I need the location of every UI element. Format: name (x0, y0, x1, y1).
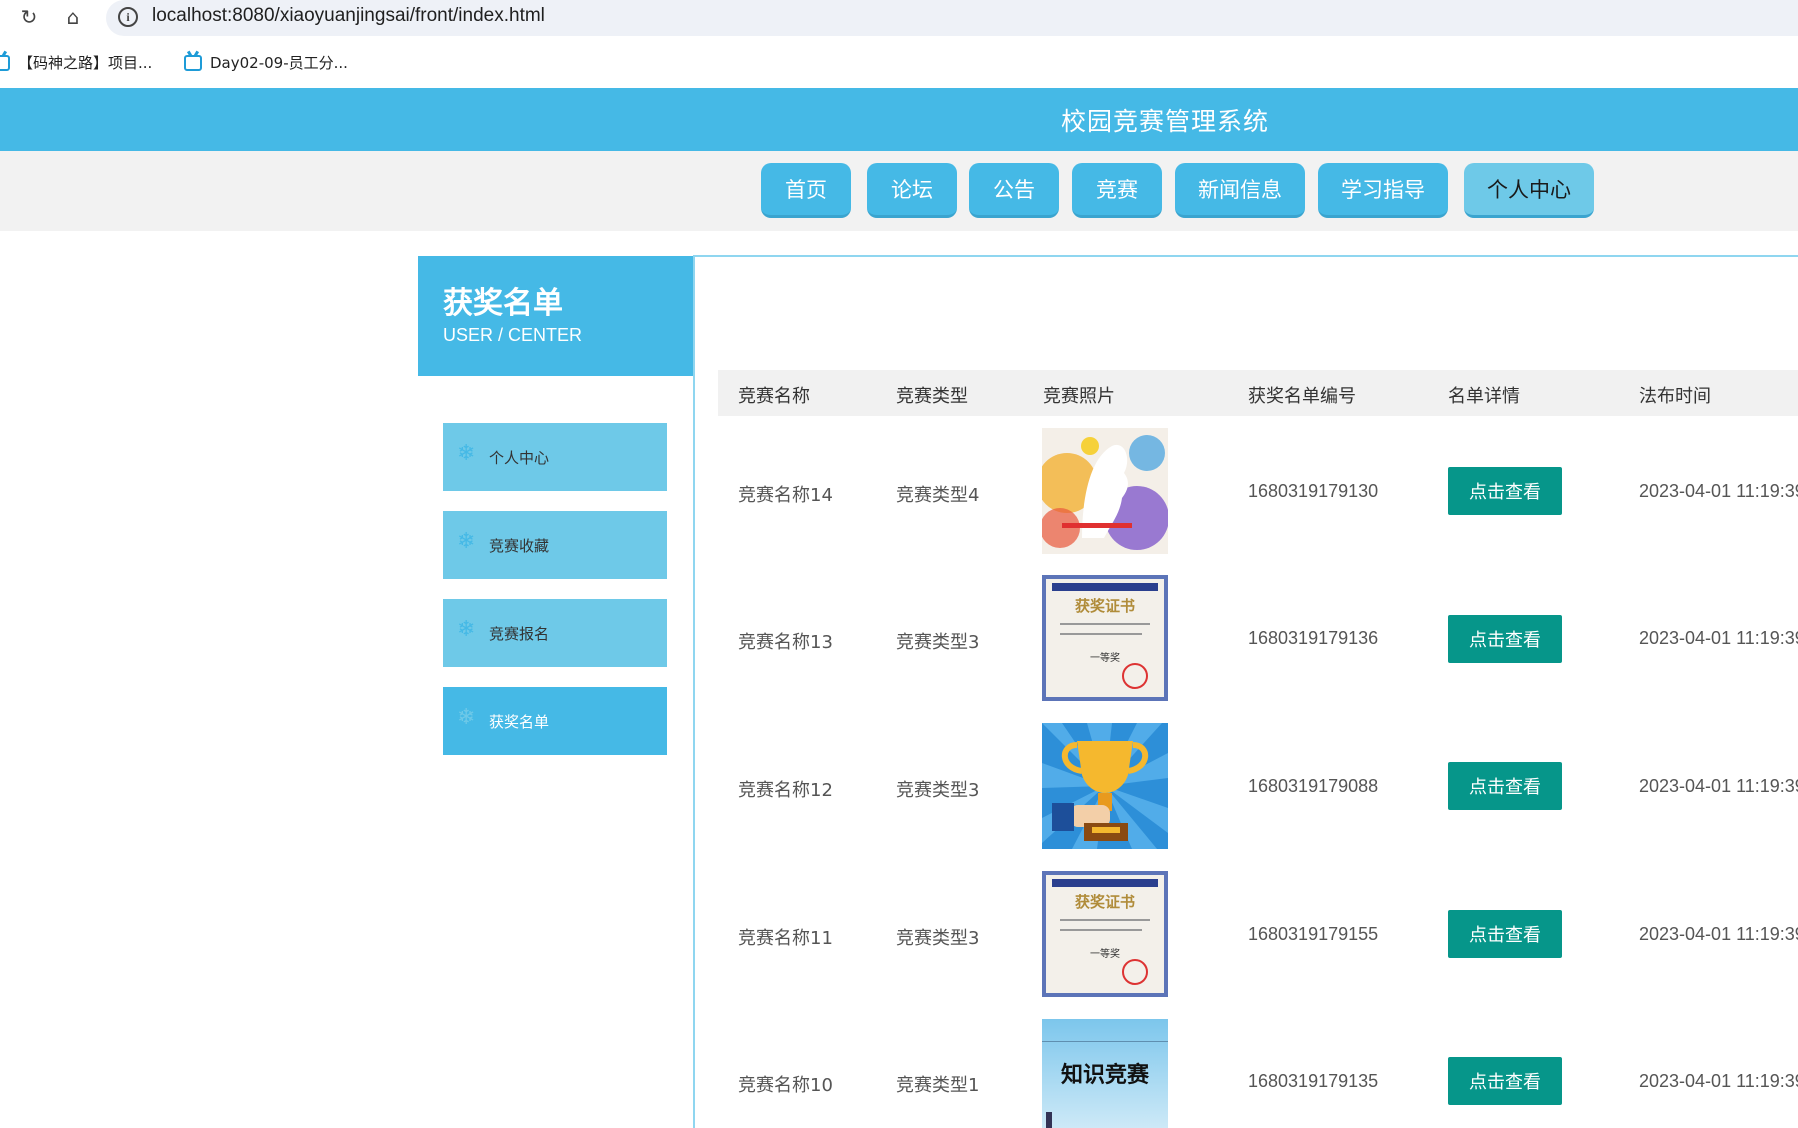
certificate-grade: 一等奖 (1090, 653, 1120, 664)
view-details-button[interactable]: 点击查看 (1448, 762, 1562, 810)
view-details-button[interactable]: 点击查看 (1448, 467, 1562, 515)
sidebar-item-registration[interactable]: ❄ 竞赛报名 (443, 599, 667, 667)
nav-study-guide[interactable]: 学习指导 (1318, 163, 1448, 218)
nav-forum[interactable]: 论坛 (867, 163, 957, 218)
competition-photo: 获奖证书 一等奖 (1042, 871, 1168, 997)
sidebar-item-award-list[interactable]: ❄ 获奖名单 (443, 687, 667, 755)
table-header: 竞赛名称 竞赛类型 竞赛照片 获奖名单编号 名单详情 法布时间 (718, 370, 1798, 416)
nav-notice[interactable]: 公告 (969, 163, 1059, 218)
cell-code: 1680319179155 (1248, 924, 1379, 944)
table-row: 竞赛名称12 竞赛类型3 1680319179088 点击查看 2023-04-… (718, 713, 1798, 861)
cell-time: 2023-04-01 11:19:39 (1639, 628, 1798, 648)
sidebar-item-label: 个人中心 (489, 449, 550, 467)
home-icon[interactable]: ⌂ (60, 4, 86, 30)
competition-photo (1042, 723, 1168, 849)
nav-news[interactable]: 新闻信息 (1175, 163, 1305, 218)
certificate-grade: 一等奖 (1090, 949, 1120, 960)
nav-home[interactable]: 首页 (761, 163, 851, 218)
certificate-title: 获奖证书 (1074, 893, 1135, 911)
view-details-button[interactable]: 点击查看 (1448, 615, 1562, 663)
cell-name: 竞赛名称14 (738, 485, 833, 506)
cell-name: 竞赛名称13 (738, 632, 833, 653)
sidebar-item-label: 获奖名单 (489, 713, 550, 731)
view-details-button[interactable]: 点击查看 (1448, 1057, 1562, 1105)
reload-icon[interactable]: ↻ (16, 4, 42, 30)
table-row: 竞赛名称10 竞赛类型1 知识竞赛 1680319179135 点击查看 202… (718, 1009, 1798, 1128)
sidebar-item-label: 竞赛收藏 (489, 537, 550, 555)
cell-type: 竞赛类型1 (896, 1075, 980, 1096)
nav-user-center[interactable]: 个人中心 (1464, 163, 1594, 218)
cell-code: 1680319179136 (1248, 628, 1379, 648)
bookmark-label: Day02-09-员工分... (210, 54, 348, 72)
address-bar[interactable]: i localhost:8080/xiaoyuanjingsai/front/i… (106, 0, 1798, 36)
snowflake-icon: ❄ (457, 441, 476, 466)
cell-name: 竞赛名称10 (738, 1075, 833, 1096)
column-header: 竞赛类型 (896, 386, 968, 407)
cell-time: 2023-04-01 11:19:39 (1639, 481, 1798, 501)
bilibili-icon (0, 54, 10, 71)
bookmark-2[interactable]: Day02-09-员工分... (184, 52, 348, 73)
cell-code: 1680319179135 (1248, 1071, 1379, 1091)
cell-code: 1680319179130 (1248, 481, 1379, 501)
bookmarks-bar: 【码神之路】项目... Day02-09-员工分... (0, 44, 1798, 80)
cell-name: 竞赛名称12 (738, 780, 833, 801)
competition-photo (1042, 428, 1168, 554)
sidebar-item-label: 竞赛报名 (489, 625, 550, 643)
cell-name: 竞赛名称11 (738, 928, 833, 949)
sidebar-subtitle: USER / CENTER (443, 325, 583, 345)
bookmark-1[interactable]: 【码神之路】项目... (0, 52, 152, 73)
site-title: 校园竞赛管理系统 (1060, 107, 1269, 136)
url-text[interactable]: localhost:8080/xiaoyuanjingsai/front/ind… (152, 5, 545, 27)
competition-photo: 获奖证书 一等奖 (1042, 575, 1168, 701)
bilibili-icon (184, 54, 202, 71)
table-row: 竞赛名称14 竞赛类型4 1680319179130 点击查看 2023-04-… (718, 417, 1798, 565)
cell-time: 2023-04-01 11:19:39 (1639, 776, 1798, 796)
table-row: 竞赛名称13 竞赛类型3 获奖证书 一等奖 1680319179136 点击查看… (718, 565, 1798, 713)
cell-code: 1680319179088 (1248, 776, 1379, 796)
column-header: 法布时间 (1639, 386, 1711, 407)
bookmark-label: 【码神之路】项目... (18, 54, 153, 72)
sidebar-header: 获奖名单 USER / CENTER (418, 256, 694, 376)
info-icon[interactable]: i (118, 7, 138, 27)
table-row: 竞赛名称11 竞赛类型3 获奖证书 一等奖 1680319179155 点击查看… (718, 861, 1798, 1009)
poster-title: 知识竞赛 (1060, 1062, 1149, 1088)
cell-time: 2023-04-01 11:19:39 (1639, 924, 1798, 944)
nav-competition[interactable]: 竞赛 (1072, 163, 1162, 218)
sidebar-item-favorites[interactable]: ❄ 竞赛收藏 (443, 511, 667, 579)
snowflake-icon: ❄ (457, 529, 476, 554)
certificate-title: 获奖证书 (1074, 597, 1135, 615)
column-header: 竞赛照片 (1043, 386, 1115, 407)
main-nav: 首页 论坛 公告 竞赛 新闻信息 学习指导 个人中心 (0, 151, 1798, 231)
cell-type: 竞赛类型4 (896, 485, 980, 506)
browser-toolbar: ↻ ⌂ i localhost:8080/xiaoyuanjingsai/fro… (0, 0, 1798, 36)
cell-type: 竞赛类型3 (896, 928, 980, 949)
column-header: 获奖名单编号 (1248, 386, 1356, 407)
sidebar-title: 获奖名单 (443, 286, 563, 321)
column-header: 名单详情 (1448, 386, 1520, 407)
sidebar-item-user-center[interactable]: ❄ 个人中心 (443, 423, 667, 491)
snowflake-icon: ❄ (457, 705, 476, 730)
snowflake-icon: ❄ (457, 617, 476, 642)
column-header: 竞赛名称 (738, 386, 810, 407)
cell-type: 竞赛类型3 (896, 780, 980, 801)
competition-photo: 知识竞赛 (1042, 1019, 1168, 1128)
site-header: 校园竞赛管理系统 (0, 88, 1798, 151)
cell-time: 2023-04-01 11:19:39 (1639, 1071, 1798, 1091)
cell-type: 竞赛类型3 (896, 632, 980, 653)
view-details-button[interactable]: 点击查看 (1448, 910, 1562, 958)
